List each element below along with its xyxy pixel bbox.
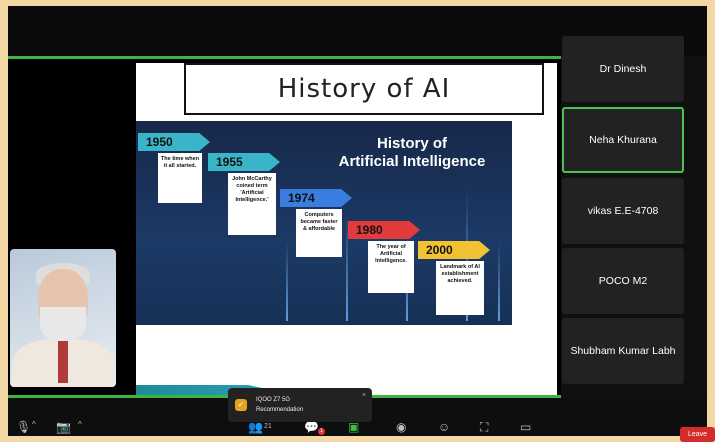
participant-tile-active-speaker[interactable]: Neha Khurana (562, 107, 684, 173)
video-off-icon[interactable]: 📷 (56, 420, 71, 434)
milestone-year: 1980 (348, 221, 420, 239)
chat-icon[interactable]: 💬 (304, 420, 319, 434)
participant-tile[interactable]: Dr Dinesh (562, 36, 684, 102)
photo-tie (58, 341, 68, 383)
light-spike (346, 211, 348, 321)
participant-tile[interactable]: vikas E.E-4708 (562, 178, 684, 244)
participants-count: 21 (264, 423, 272, 430)
photo-beard (40, 307, 86, 341)
graphic-title: History of Artificial Intelligence (332, 135, 492, 171)
light-spike (286, 241, 288, 321)
participant-name: Neha Khurana (589, 134, 657, 146)
share-screen-icon[interactable]: ▣ (348, 420, 359, 434)
light-spike (498, 241, 500, 321)
chevron-up-icon[interactable]: ^ (32, 420, 36, 429)
milestone-year: 1950 (138, 133, 210, 151)
milestone-description: Computers became faster & affordable (296, 209, 342, 257)
chevron-up-icon[interactable]: ^ (78, 420, 82, 429)
close-icon[interactable]: × (362, 392, 366, 399)
meeting-window: History of AI History of Artificial Inte… (8, 6, 707, 436)
participant-tile[interactable]: POCO M2 (562, 248, 684, 314)
screen-share-area: History of AI History of Artificial Inte… (8, 56, 561, 398)
milestone-description: Landmark of AI establishment achieved. (436, 261, 484, 315)
milestone-year: 2000 (418, 241, 490, 259)
notification-toast[interactable]: ✓ IQOO Z7 5G Recommendation × (228, 388, 372, 422)
milestone-description: The year of Artificial Intelligence. (368, 241, 414, 293)
whiteboard-icon[interactable]: ▭ (520, 420, 531, 434)
graphic-title-line2: Artificial Intelligence (338, 153, 486, 170)
leave-button[interactable]: Leave (680, 427, 715, 442)
participant-name: POCO M2 (598, 275, 648, 287)
milestone-description: The time when it all started. (158, 153, 202, 203)
participant-name: Shubham Kumar Labh (570, 345, 676, 357)
microphone-icon[interactable]: 🎙 (16, 420, 31, 434)
milestone-year: 1955 (208, 153, 280, 171)
graphic-title-line1: History of (376, 135, 447, 152)
notification-subtitle: Recommendation (256, 407, 304, 413)
presentation-slide: History of AI History of Artificial Inte… (136, 63, 557, 395)
notification-title: IQOO Z7 5G (256, 397, 291, 403)
participants-icon[interactable]: 👥 (248, 420, 263, 434)
reactions-icon[interactable]: ☺ (438, 420, 450, 434)
notification-icon: ✓ (235, 399, 247, 411)
slide-title: History of AI (277, 74, 451, 104)
record-icon[interactable]: ◉ (396, 420, 406, 434)
participant-name: vikas E.E-4708 (587, 205, 659, 217)
milestone-year: 1974 (280, 189, 352, 207)
apps-icon[interactable]: ⛶ (480, 420, 488, 435)
timeline-graphic: History of Artificial Intelligence 1950 … (136, 121, 512, 325)
slide-title-box: History of AI (184, 63, 544, 115)
chat-badge: 1 (318, 428, 325, 435)
participant-tile[interactable]: Shubham Kumar Labh (562, 318, 684, 384)
participant-name: Dr Dinesh (599, 63, 647, 75)
milestone-description: John McCarthy coined term 'Artificial In… (228, 173, 276, 235)
speaker-photo (10, 249, 116, 387)
